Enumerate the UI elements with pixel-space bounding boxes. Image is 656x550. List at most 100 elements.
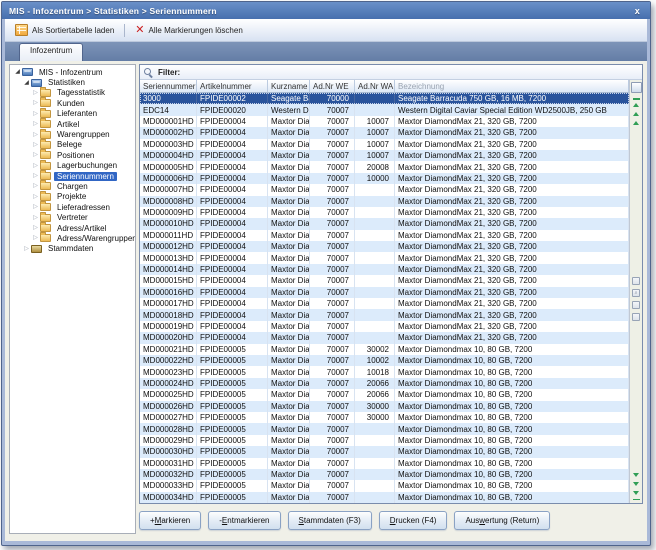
table-row-MD000031HD[interactable]: MD000031HDFPIDE00005Maxtor Dia70007Maxto…: [140, 458, 629, 469]
expand-icon[interactable]: ▷: [31, 234, 40, 242]
button-entmarkieren[interactable]: - Entmarkieren: [208, 511, 280, 530]
collapse-icon[interactable]: ◢: [13, 68, 22, 76]
column-header-ad-nr-wa[interactable]: Ad.Nr WA: [355, 80, 395, 93]
tree-item-artikel[interactable]: ▷Artikel: [10, 119, 135, 129]
table-row-MD000025HD[interactable]: MD000025HDFPIDE00005Maxtor Dia7000720066…: [140, 389, 629, 400]
tree-item-tagesstatistik[interactable]: ▷Tagesstatistik: [10, 88, 135, 98]
button-markieren[interactable]: + Markieren: [139, 511, 201, 530]
table-row-MD000017HD[interactable]: MD000017HDFPIDE00004Maxtor Dia70007Maxto…: [140, 298, 629, 309]
table-row-MD000022HD[interactable]: MD000022HDFPIDE00005Maxtor Dia7000710002…: [140, 355, 629, 366]
column-header-kurzname[interactable]: Kurzname: [268, 80, 310, 93]
button-auswertung-return[interactable]: Auswertung (Return): [454, 511, 550, 530]
table-row-MD000019HD[interactable]: MD000019HDFPIDE00004Maxtor Dia70007Maxto…: [140, 321, 629, 332]
tree-item-chargen[interactable]: ▷Chargen: [10, 181, 135, 191]
table-row-MD000009HD[interactable]: MD000009HDFPIDE00004Maxtor Dia70007Maxto…: [140, 207, 629, 218]
expand-icon[interactable]: ▷: [31, 162, 40, 170]
tree-item-positionen[interactable]: ▷Positionen: [10, 150, 135, 160]
table-row-MD000003HD[interactable]: MD000003HDFPIDE00004Maxtor Dia7000710007…: [140, 139, 629, 150]
expand-icon[interactable]: ▷: [31, 224, 40, 232]
layout-icon[interactable]: [632, 313, 640, 321]
tree-item-adress-warengruppen[interactable]: ▷Adress/Warengruppen: [10, 233, 135, 243]
prev-page-icon[interactable]: [633, 112, 639, 116]
table-row-MD000013HD[interactable]: MD000013HDFPIDE00004Maxtor Dia70007Maxto…: [140, 252, 629, 263]
folder-icon: [40, 193, 51, 201]
expand-icon[interactable]: ▷: [22, 245, 31, 253]
table-row-MD000016HD[interactable]: MD000016HDFPIDE00004Maxtor Dia70007Maxto…: [140, 287, 629, 298]
button-drucken-f4[interactable]: Drucken (F4): [379, 511, 448, 530]
column-header-bezeichnung[interactable]: Bezeichnung: [395, 80, 629, 93]
table-row-MD000012HD[interactable]: MD000012HDFPIDE00004Maxtor Dia70007Maxto…: [140, 241, 629, 252]
column-header-seriennummer[interactable]: Seriennummer▼: [140, 80, 197, 93]
search-icon[interactable]: ⌕: [632, 289, 640, 297]
table-row-MD000034HD[interactable]: MD000034HDFPIDE00005Maxtor Dia70007Maxto…: [140, 492, 629, 503]
tree-item-kunden[interactable]: ▷Kunden: [10, 98, 135, 108]
table-row-EDC14[interactable]: EDC14FPIDE00020Western Di70007Western Di…: [140, 104, 629, 115]
table-row-MD000032HD[interactable]: MD000032HDFPIDE00005Maxtor Dia70007Maxto…: [140, 469, 629, 480]
tree-item-belege[interactable]: ▷Belege: [10, 140, 135, 150]
expand-icon[interactable]: ▷: [31, 182, 40, 190]
expand-icon[interactable]: ▷: [31, 99, 40, 107]
column-header-artikelnummer[interactable]: Artikelnummer: [197, 80, 268, 93]
bookmark-icon[interactable]: [632, 301, 640, 309]
table-row-MD000002HD[interactable]: MD000002HDFPIDE00004Maxtor Dia7000710007…: [140, 127, 629, 138]
table-row-MD000021HD[interactable]: MD000021HDFPIDE00005Maxtor Dia7000730002…: [140, 344, 629, 355]
expand-icon[interactable]: ▷: [31, 120, 40, 128]
expand-icon[interactable]: ▷: [31, 141, 40, 149]
table-row-MD000006HD[interactable]: MD000006HDFPIDE00004Maxtor Dia7000710000…: [140, 173, 629, 184]
expand-icon[interactable]: ▷: [31, 131, 40, 139]
table-row-MD000026HD[interactable]: MD000026HDFPIDE00005Maxtor Dia7000730000…: [140, 401, 629, 412]
expand-icon[interactable]: ▷: [31, 214, 40, 222]
expand-icon[interactable]: ▷: [31, 172, 40, 180]
tree-item-projekte[interactable]: ▷Projekte: [10, 192, 135, 202]
expand-icon[interactable]: ▷: [31, 110, 40, 118]
go-first-icon[interactable]: [633, 103, 639, 107]
table-row-MD000010HD[interactable]: MD000010HDFPIDE00004Maxtor Dia70007Maxto…: [140, 218, 629, 229]
table-row-MD000030HD[interactable]: MD000030HDFPIDE00005Maxtor Dia70007Maxto…: [140, 446, 629, 457]
prev-row-icon[interactable]: [633, 121, 639, 125]
tree-item-lagerbuchungen[interactable]: ▷Lagerbuchungen: [10, 161, 135, 171]
table-row-MD000018HD[interactable]: MD000018HDFPIDE00004Maxtor Dia70007Maxto…: [140, 309, 629, 320]
expand-icon[interactable]: ▷: [31, 151, 40, 159]
tree-item-seriennummern[interactable]: ▷Seriennummern: [10, 171, 135, 181]
clear-marks-button[interactable]: ✕ Alle Markierungen löschen: [129, 23, 249, 37]
expand-icon[interactable]: ▷: [31, 193, 40, 201]
expand-icon[interactable]: ▷: [31, 89, 40, 97]
table-row-MD000033HD[interactable]: MD000033HDFPIDE00005Maxtor Dia70007Maxto…: [140, 480, 629, 491]
column-customize-icon[interactable]: [631, 82, 642, 93]
tree-item-lieferadressen[interactable]: ▷Lieferadressen: [10, 202, 135, 212]
table-row-MD000023HD[interactable]: MD000023HDFPIDE00005Maxtor Dia7000710018…: [140, 366, 629, 377]
table-row-MD000015HD[interactable]: MD000015HDFPIDE00004Maxtor Dia70007Maxto…: [140, 275, 629, 286]
tree-item-statistiken[interactable]: ◢Statistiken: [10, 77, 135, 87]
table-row-MD000005HD[interactable]: MD000005HDFPIDE00004Maxtor Dia7000720008…: [140, 161, 629, 172]
table-row-3000[interactable]: 3000FPIDE00002Seagate Ba70000Seagate Bar…: [140, 93, 629, 104]
filter-bar[interactable]: Filter:: [140, 65, 642, 80]
tree-item-warengruppen[interactable]: ▷Warengruppen: [10, 129, 135, 139]
table-row-MD000024HD[interactable]: MD000024HDFPIDE00005Maxtor Dia7000720066…: [140, 378, 629, 389]
button-stammdaten-f3[interactable]: Stammdaten (F3): [288, 511, 372, 530]
table-row-MD000004HD[interactable]: MD000004HDFPIDE00004Maxtor Dia7000710007…: [140, 150, 629, 161]
next-page-icon[interactable]: [633, 482, 639, 486]
table-row-MD000001HD[interactable]: MD000001HDFPIDE00004Maxtor Dia7000710007…: [140, 116, 629, 127]
tree-item-stammdaten[interactable]: ▷Stammdaten: [10, 244, 135, 254]
tree-item-lieferanten[interactable]: ▷Lieferanten: [10, 109, 135, 119]
table-row-MD000011HD[interactable]: MD000011HDFPIDE00004Maxtor Dia70007Maxto…: [140, 230, 629, 241]
table-row-MD000028HD[interactable]: MD000028HDFPIDE00005Maxtor Dia70007Maxto…: [140, 423, 629, 434]
tree-item-vertreter[interactable]: ▷Vertreter: [10, 212, 135, 222]
tab-infozentrum[interactable]: Infozentrum: [19, 43, 83, 61]
table-row-MD000014HD[interactable]: MD000014HDFPIDE00004Maxtor Dia70007Maxto…: [140, 264, 629, 275]
column-header-ad-nr-we[interactable]: Ad.Nr WE: [310, 80, 355, 93]
insert-icon[interactable]: [632, 277, 640, 285]
tree-item-mis-infozentrum[interactable]: ◢MIS - Infozentrum: [10, 67, 135, 77]
go-last-icon[interactable]: [633, 491, 639, 495]
collapse-icon[interactable]: ◢: [22, 79, 31, 87]
load-sort-table-button[interactable]: Als Sortiertabelle laden: [9, 22, 120, 38]
table-row-MD000029HD[interactable]: MD000029HDFPIDE00005Maxtor Dia70007Maxto…: [140, 435, 629, 446]
table-row-MD000020HD[interactable]: MD000020HDFPIDE00004Maxtor Dia70007Maxto…: [140, 332, 629, 343]
expand-icon[interactable]: ▷: [31, 203, 40, 211]
close-icon[interactable]: x: [632, 6, 643, 16]
table-row-MD000008HD[interactable]: MD000008HDFPIDE00004Maxtor Dia70007Maxto…: [140, 196, 629, 207]
next-row-icon[interactable]: [633, 473, 639, 477]
table-row-MD000027HD[interactable]: MD000027HDFPIDE00005Maxtor Dia7000730000…: [140, 412, 629, 423]
tree-item-adress-artikel[interactable]: ▷Adress/Artikel: [10, 223, 135, 233]
table-row-MD000007HD[interactable]: MD000007HDFPIDE00004Maxtor Dia70007Maxto…: [140, 184, 629, 195]
